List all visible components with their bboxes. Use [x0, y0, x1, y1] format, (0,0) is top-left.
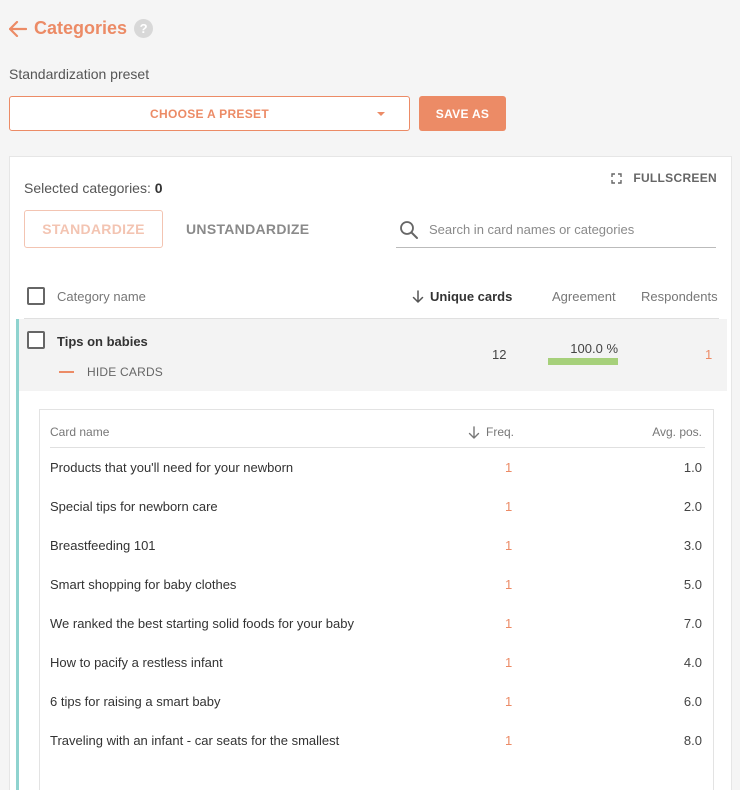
agreement-cell: 100.0 %	[548, 341, 618, 365]
card-freq[interactable]: 1	[505, 616, 512, 631]
fullscreen-button[interactable]: FULLSCREEN	[611, 171, 717, 185]
card-avg-pos: 4.0	[683, 655, 702, 670]
card-name: How to pacify a restless infant	[50, 655, 223, 670]
agreement-bar-fill	[548, 358, 618, 365]
cards-table-header: Card name Freq. Avg. pos.	[50, 410, 705, 448]
card-name: Products that you'll need for your newbo…	[50, 460, 294, 475]
category-checkbox[interactable]	[27, 331, 45, 349]
hide-cards-button[interactable]: HIDE CARDS	[59, 365, 163, 379]
category-respondents[interactable]: 1	[705, 347, 712, 362]
card-name: Traveling with an infant - car seats for…	[50, 733, 340, 748]
column-avg-pos[interactable]: Avg. pos.	[652, 425, 702, 439]
page-header: Categories ?	[9, 18, 154, 39]
standardize-button[interactable]: STANDARDIZE	[24, 210, 163, 248]
cards-table: Card name Freq. Avg. pos. Products that …	[39, 409, 714, 790]
card-row: Products that you'll need for your newbo…	[50, 448, 705, 487]
card-avg-pos: 3.0	[683, 538, 702, 553]
card-name: 6 tips for raising a smart baby	[50, 694, 221, 709]
categories-table-header: Category name Unique cards Agreement Res…	[24, 275, 719, 319]
arrow-down-icon	[468, 425, 480, 439]
card-freq[interactable]: 1	[505, 733, 512, 748]
card-avg-pos: 2.0	[683, 499, 702, 514]
card-name: Smart shopping for baby clothes	[50, 577, 237, 592]
selected-categories-label: Selected categories:	[24, 180, 151, 196]
minus-icon	[59, 371, 74, 373]
caret-down-icon	[377, 112, 385, 116]
category-accent-line	[16, 391, 19, 790]
card-freq[interactable]: 1	[505, 655, 512, 670]
arrow-left-icon[interactable]	[9, 20, 27, 38]
category-name: Tips on babies	[57, 334, 148, 349]
card-row: Breastfeeding 101 1 3.0	[50, 526, 705, 565]
search-box	[396, 212, 716, 248]
selected-categories-count: 0	[154, 180, 163, 196]
agreement-value: 100.0 %	[570, 341, 618, 356]
card-name: Special tips for newborn care	[50, 499, 218, 514]
column-agreement[interactable]: Agreement	[552, 289, 616, 304]
arrow-down-icon	[412, 290, 424, 303]
categories-panel: FULLSCREEN Selected categories: 0 STANDA…	[9, 156, 732, 790]
card-freq[interactable]: 1	[505, 577, 512, 592]
column-card-name[interactable]: Card name	[50, 425, 109, 439]
column-unique-cards-label: Unique cards	[430, 289, 513, 304]
search-icon	[399, 220, 419, 240]
search-input[interactable]	[429, 222, 699, 237]
card-freq[interactable]: 1	[505, 460, 512, 475]
card-avg-pos: 6.0	[683, 694, 702, 709]
unstandardize-button[interactable]: UNSTANDARDIZE	[186, 210, 309, 248]
help-icon[interactable]: ?	[134, 19, 154, 38]
preset-label: Standardization preset	[9, 66, 150, 82]
card-name: Breastfeeding 101	[50, 538, 156, 553]
page-title: Categories	[34, 18, 128, 38]
card-name: We ranked the best starting solid foods …	[50, 616, 354, 631]
card-avg-pos: 7.0	[683, 616, 702, 631]
category-row[interactable]: Tips on babies HIDE CARDS 12 100.0 % 1	[16, 319, 727, 391]
card-row: How to pacify a restless infant 1 4.0	[50, 643, 705, 682]
card-row: Special tips for newborn care 1 2.0	[50, 487, 705, 526]
preset-dropdown-value: CHOOSE A PRESET	[150, 106, 269, 121]
column-freq[interactable]: Freq.	[468, 425, 514, 439]
column-freq-label: Freq.	[486, 425, 515, 439]
card-freq[interactable]: 1	[505, 499, 512, 514]
fullscreen-label: FULLSCREEN	[633, 171, 717, 185]
fullscreen-icon	[611, 172, 623, 184]
selected-categories: Selected categories: 0	[24, 180, 163, 196]
card-freq[interactable]: 1	[505, 694, 512, 709]
select-all-checkbox[interactable]	[27, 287, 45, 305]
card-avg-pos: 5.0	[683, 577, 702, 592]
card-row: Traveling with an infant - car seats for…	[50, 721, 705, 760]
card-avg-pos: 8.0	[683, 733, 702, 748]
preset-dropdown[interactable]: CHOOSE A PRESET	[9, 96, 410, 131]
column-unique-cards[interactable]: Unique cards	[412, 289, 512, 304]
card-row: 6 tips for raising a smart baby 1 6.0	[50, 682, 705, 721]
card-freq[interactable]: 1	[505, 538, 512, 553]
column-respondents[interactable]: Respondents	[641, 289, 718, 304]
save-as-button[interactable]: SAVE AS	[419, 96, 506, 131]
column-category-name[interactable]: Category name	[57, 289, 146, 304]
card-row: We ranked the best starting solid foods …	[50, 604, 705, 643]
card-row: Smart shopping for baby clothes 1 5.0	[50, 565, 705, 604]
category-unique-cards: 12	[492, 347, 507, 362]
card-avg-pos: 1.0	[683, 460, 702, 475]
agreement-bar	[548, 358, 618, 365]
hide-cards-label: HIDE CARDS	[87, 365, 164, 379]
